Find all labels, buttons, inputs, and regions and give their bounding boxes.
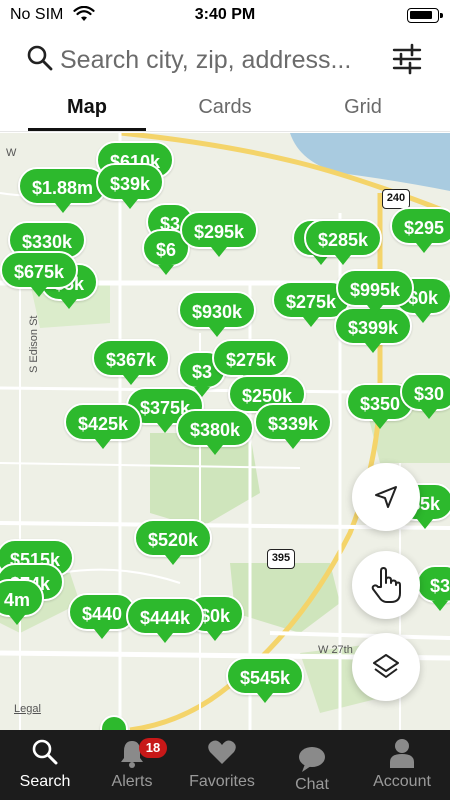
hand-pointer-icon xyxy=(371,567,401,603)
price-pin[interactable]: $545k xyxy=(226,657,305,703)
heart-icon xyxy=(208,740,236,764)
bottom-nav: Search 18 Alerts Favorites Chat Account xyxy=(0,730,450,800)
route-shield-395: 395 xyxy=(267,549,295,569)
price-pin[interactable]: $367k xyxy=(92,339,171,385)
search-bar xyxy=(0,30,450,90)
nav-alerts-label: Alerts xyxy=(111,773,153,790)
price-pin[interactable]: $930k xyxy=(178,291,257,337)
search-icon xyxy=(26,44,54,77)
price-pin[interactable]: $995k xyxy=(336,269,415,315)
nav-favorites-label: Favorites xyxy=(189,773,255,790)
locate-button[interactable] xyxy=(352,463,420,531)
nav-favorites[interactable]: Favorites xyxy=(177,730,267,800)
tab-map[interactable]: Map xyxy=(12,96,162,119)
price-pin[interactable]: $3 xyxy=(416,565,450,611)
price-pin[interactable]: $339k xyxy=(254,403,333,449)
tab-grid[interactable]: Grid xyxy=(288,96,438,119)
nav-chat[interactable]: Chat xyxy=(267,730,357,800)
legal-link[interactable]: Legal xyxy=(14,703,41,715)
clock: 3:40 PM xyxy=(194,6,256,23)
price-pin[interactable]: $444k xyxy=(126,597,205,643)
battery-icon xyxy=(407,8,443,23)
nav-alerts[interactable]: 18 Alerts xyxy=(87,730,177,800)
nav-search[interactable]: Search xyxy=(0,730,90,800)
active-tab-indicator xyxy=(28,128,146,131)
nav-search-label: Search xyxy=(19,773,71,790)
nav-account-label: Account xyxy=(373,773,431,790)
nav-account[interactable]: Account xyxy=(357,730,447,800)
price-pin[interactable]: $285k xyxy=(304,219,383,265)
map-layers-button[interactable] xyxy=(352,633,420,701)
search-input[interactable] xyxy=(60,42,385,78)
route-shield-240: 240 xyxy=(382,189,410,209)
view-tabs: Map Cards Grid xyxy=(0,90,450,132)
price-pin[interactable]: $295k xyxy=(180,211,259,257)
road-label-w: W xyxy=(6,147,17,159)
map-view[interactable]: W S Edison St W 27th 240 395 $610k $1.88… xyxy=(0,133,450,730)
location-arrow-icon xyxy=(375,486,397,508)
search-icon xyxy=(32,739,58,765)
price-pin[interactable]: $1.88m xyxy=(18,167,108,213)
price-pin[interactable]: $520k xyxy=(134,519,213,565)
price-pin[interactable]: $380k xyxy=(176,409,255,455)
road-label-w27th: W 27th xyxy=(318,644,353,656)
app-screen: No SIM 3:40 PM Search city, zip, address… xyxy=(0,0,450,800)
price-pin[interactable]: $275k xyxy=(212,339,291,385)
price-pin[interactable]: $30 xyxy=(400,373,450,419)
price-pin[interactable]: $675k xyxy=(0,251,79,297)
wifi-icon xyxy=(73,5,95,27)
draw-area-button[interactable] xyxy=(352,551,420,619)
user-icon xyxy=(390,739,414,768)
price-pin[interactable]: $39k xyxy=(96,163,165,209)
road-label-edison: S Edison St xyxy=(28,315,40,373)
price-pin[interactable]: 4m xyxy=(0,579,45,625)
price-pin[interactable]: $425k xyxy=(64,403,143,449)
status-bar: No SIM 3:40 PM xyxy=(0,0,450,30)
nav-chat-label: Chat xyxy=(295,776,329,793)
carrier-label: No SIM xyxy=(10,6,64,23)
layers-icon xyxy=(373,654,399,678)
alerts-count-badge: 18 xyxy=(139,738,167,758)
filter-sliders-icon[interactable] xyxy=(390,42,424,76)
chat-icon xyxy=(299,747,325,772)
price-pin[interactable]: $295 xyxy=(390,207,450,253)
tab-cards[interactable]: Cards xyxy=(150,96,300,119)
